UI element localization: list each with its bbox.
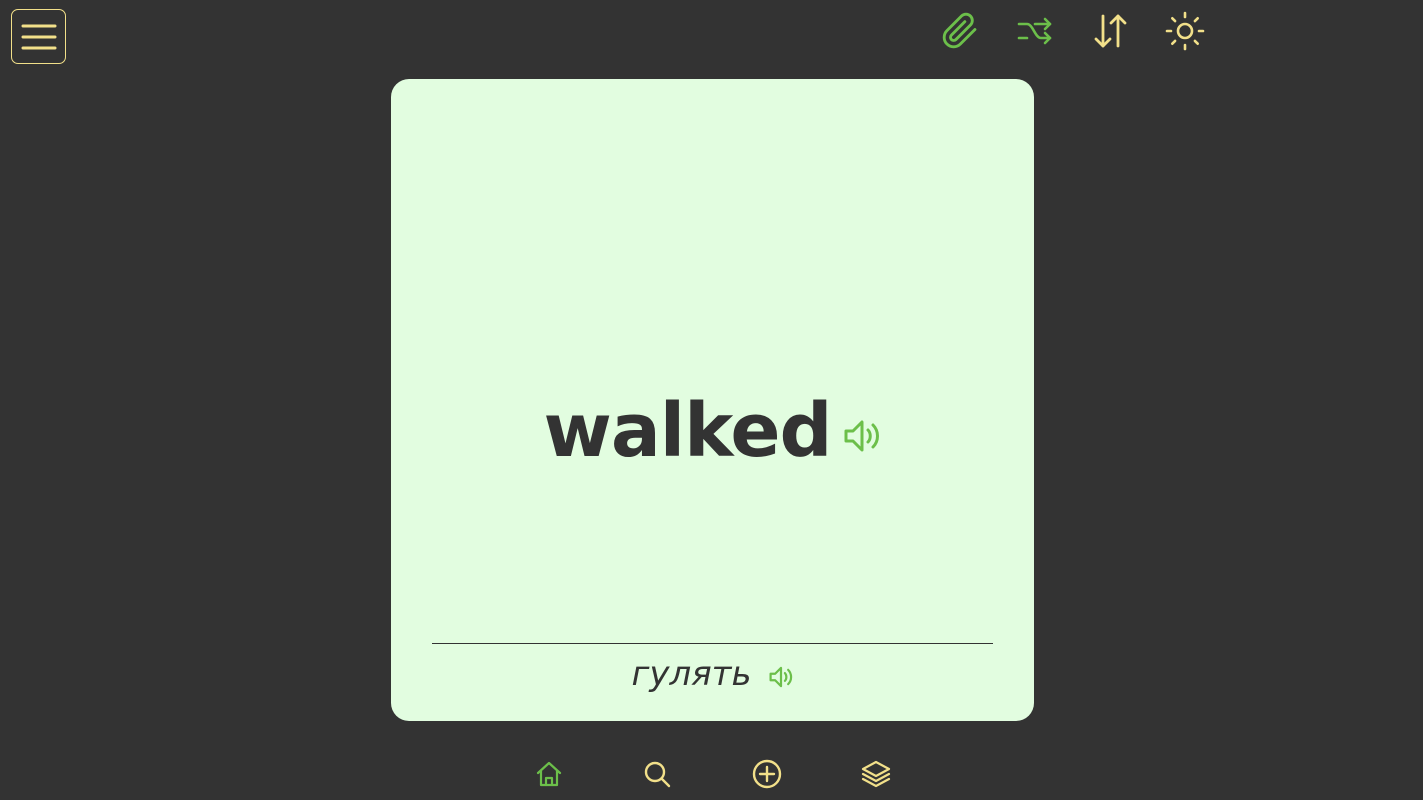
nav-decks[interactable]: [860, 758, 892, 790]
search-icon: [644, 761, 671, 788]
nav-add[interactable]: [751, 758, 783, 790]
nav-search[interactable]: [641, 758, 673, 790]
shuffle-icon: [1017, 17, 1052, 45]
card-translation: гулять: [631, 654, 752, 694]
flashcard[interactable]: walked гулять: [391, 79, 1034, 721]
paperclip-icon: [942, 12, 977, 49]
plus-circle-icon: [752, 759, 782, 789]
layers-icon: [861, 760, 891, 788]
word-row: walked: [391, 394, 1034, 468]
translation-row: гулять: [391, 657, 1034, 691]
nav-home[interactable]: [533, 758, 565, 790]
sort-arrows-icon: [1094, 14, 1127, 48]
theme-toggle-button[interactable]: [1165, 11, 1205, 51]
attach-button[interactable]: [940, 11, 980, 51]
card-word: walked: [543, 388, 832, 474]
hamburger-menu-icon: [21, 24, 56, 49]
sun-icon: [1165, 11, 1205, 51]
speaker-icon[interactable]: [768, 664, 794, 690]
card-divider: [432, 643, 993, 644]
shuffle-button[interactable]: [1015, 11, 1055, 51]
speaker-icon[interactable]: [842, 416, 882, 456]
sort-button[interactable]: [1090, 11, 1130, 51]
home-icon: [536, 761, 562, 787]
flashcard-page: walked гулять: [0, 0, 1423, 800]
menu-button[interactable]: [11, 9, 66, 64]
